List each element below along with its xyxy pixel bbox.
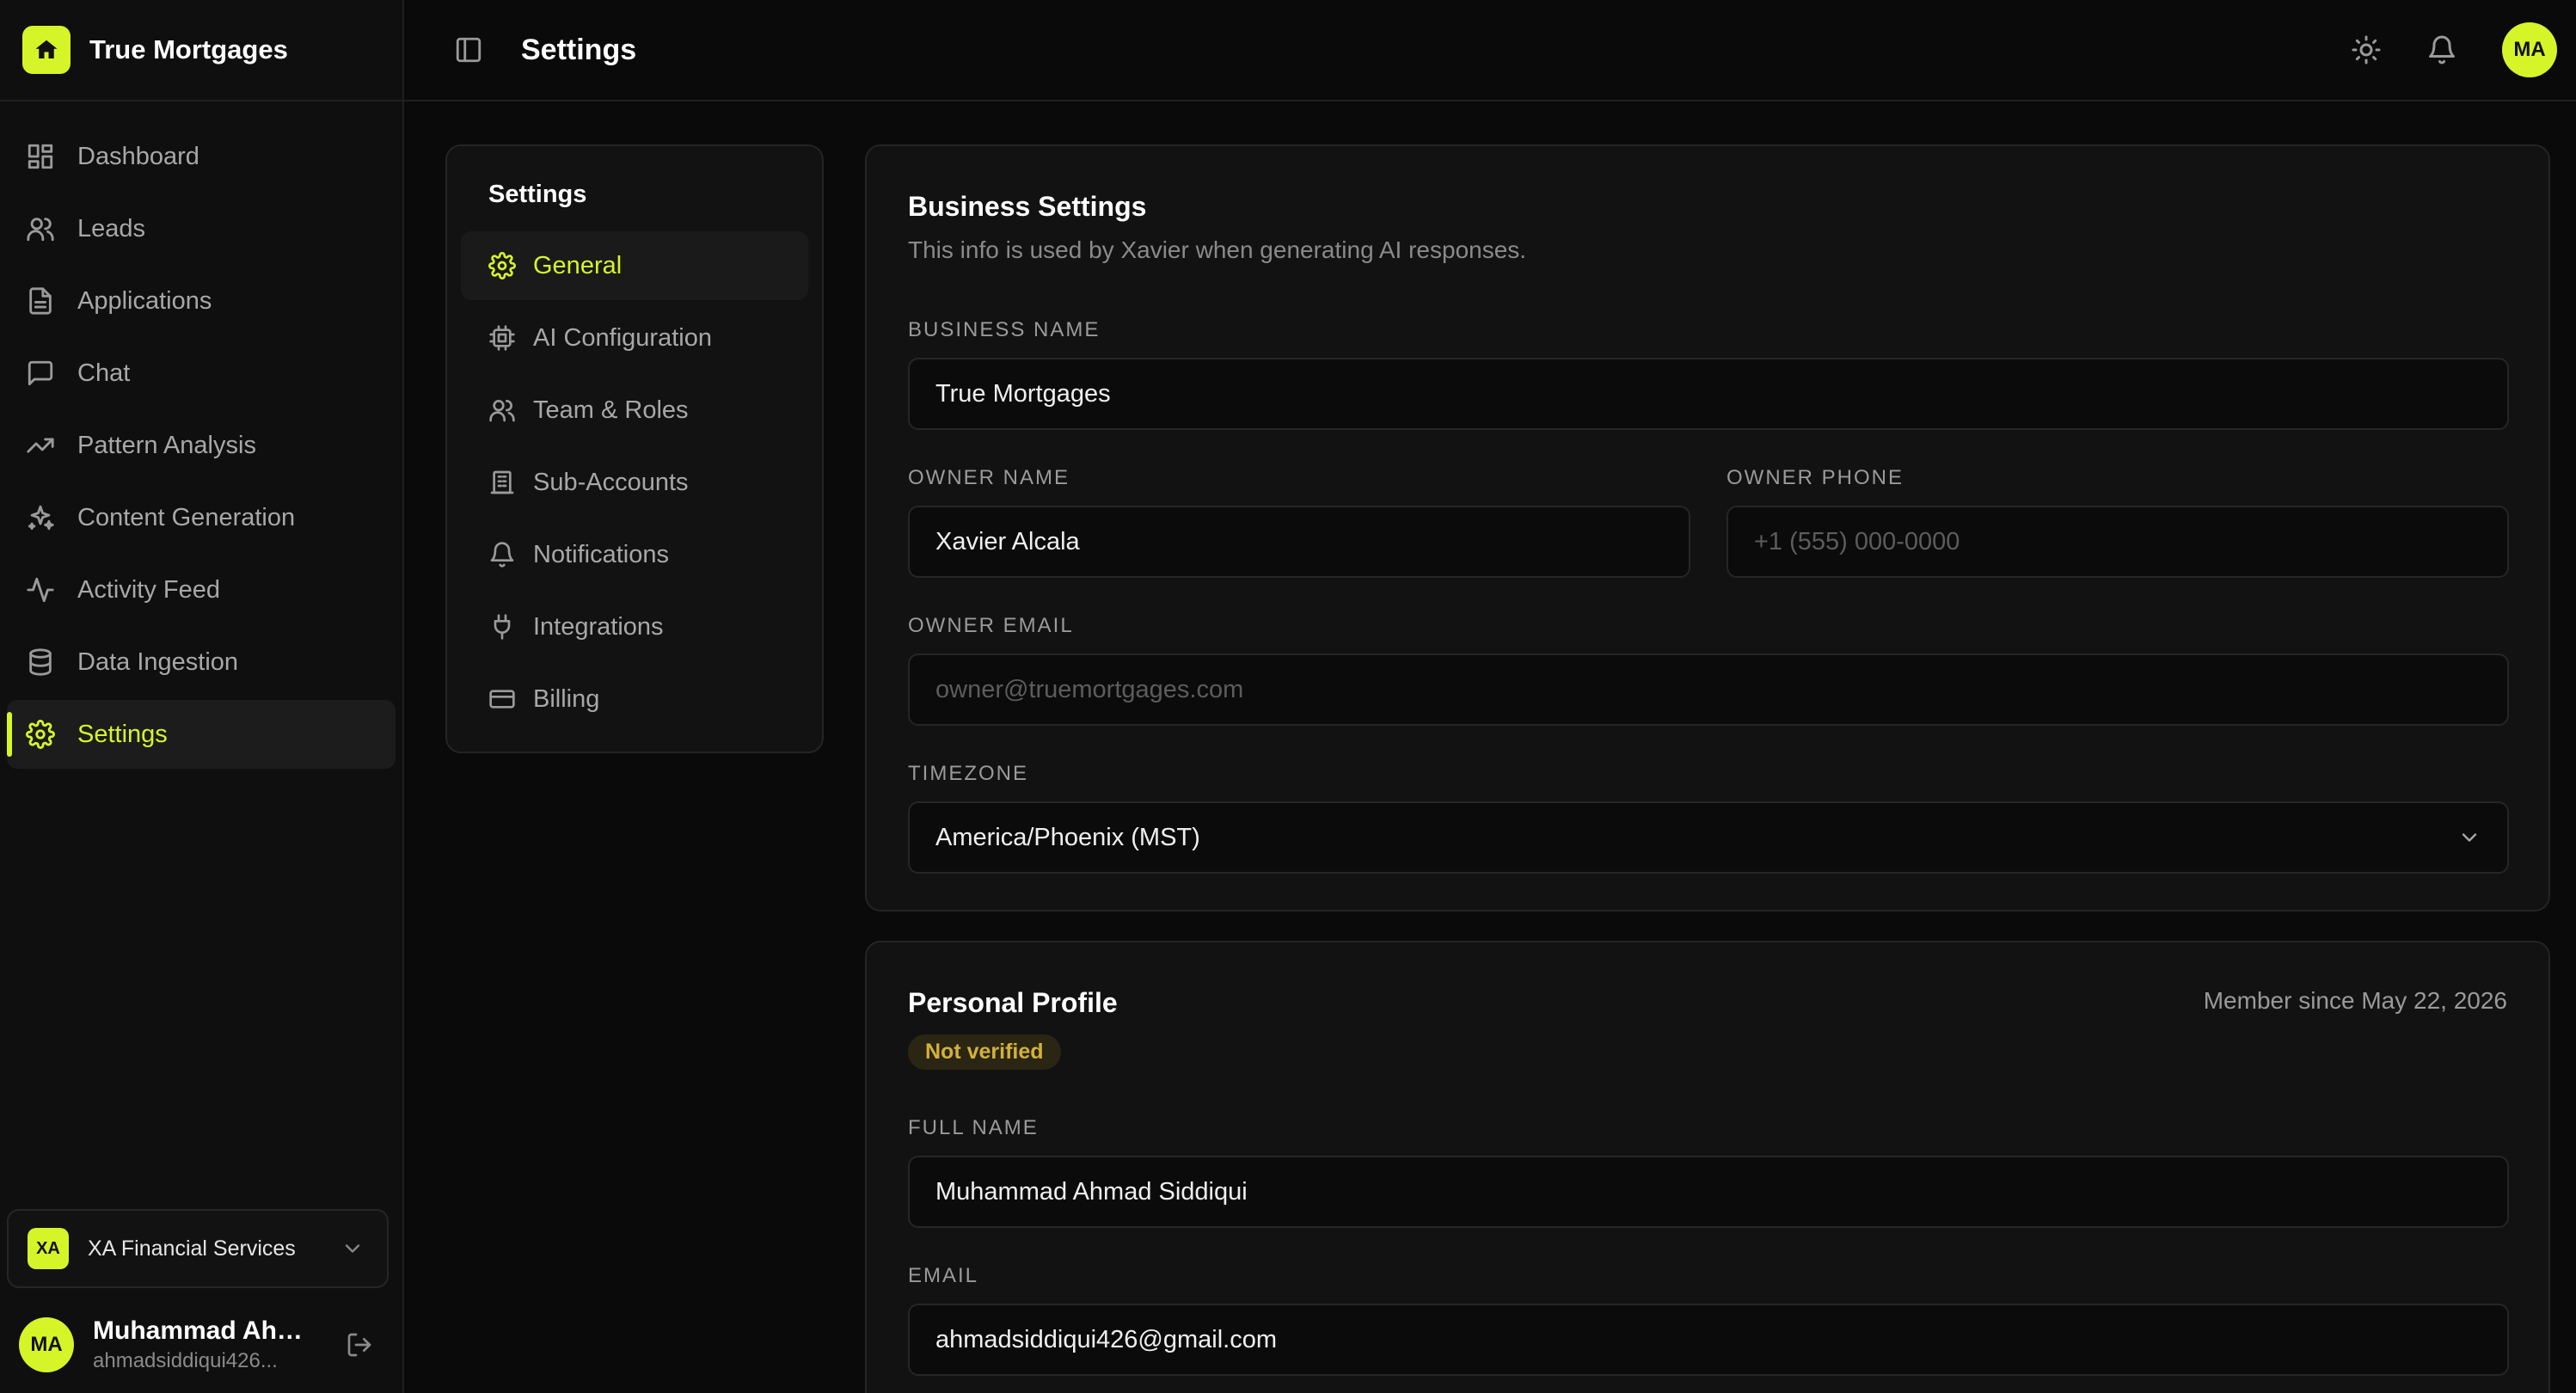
- settings-tab-billing[interactable]: Billing: [461, 665, 808, 733]
- email-field[interactable]: ahmadsiddiqui426@gmail.com: [908, 1304, 2509, 1376]
- plug-icon: [494, 614, 511, 640]
- card-subtitle: This info is used by Xavier when generat…: [908, 236, 1527, 263]
- menu-label: Notifications: [533, 540, 669, 568]
- nav-item-dashboard[interactable]: Dashboard: [7, 122, 396, 191]
- trending-up-icon: [27, 438, 54, 453]
- owner-phone-input[interactable]: +1 (555) 000-0000: [1727, 506, 2509, 578]
- menu-label: General: [533, 251, 623, 279]
- business-name-label: BUSINESS NAME: [908, 318, 1101, 341]
- sidebar-toggle-icon[interactable]: [454, 35, 483, 64]
- activity-icon: [27, 577, 54, 603]
- settings-menu-title: Settings: [488, 181, 587, 208]
- nav-label: Chat: [77, 359, 131, 387]
- menu-label: Integrations: [533, 612, 664, 641]
- settings-tab-sub-accounts[interactable]: Sub-Accounts: [461, 448, 808, 517]
- sparkles-icon: [28, 505, 54, 531]
- nav-label: Pattern Analysis: [77, 431, 256, 459]
- owner-name-label: OWNER NAME: [908, 466, 1070, 489]
- nav-label: Leads: [77, 214, 146, 242]
- menu-label: Sub-Accounts: [533, 468, 689, 496]
- settings-tab-team-roles[interactable]: Team & Roles: [461, 376, 808, 445]
- credit-card-icon: [489, 690, 515, 709]
- page-title: Settings: [521, 33, 637, 66]
- sidebar: True Mortgages Dashboard Leads Applicati…: [0, 0, 404, 1393]
- gear-icon: [26, 720, 55, 749]
- nav-label: Activity Feed: [77, 575, 220, 604]
- personal-profile-card: Personal Profile Not verified Member sin…: [865, 941, 2550, 1393]
- nav-label: Dashboard: [77, 142, 199, 170]
- sun-icon[interactable]: [2351, 34, 2382, 65]
- users-icon: [489, 400, 515, 422]
- user-email: ahmadsiddiqui426...: [93, 1349, 278, 1372]
- timezone-value: America/Phoenix (MST): [935, 823, 1200, 851]
- settings-tab-notifications[interactable]: Notifications: [461, 520, 808, 589]
- cpu-icon: [489, 325, 515, 351]
- card-title: Personal Profile: [908, 987, 1118, 1018]
- timezone-label: TIMEZONE: [908, 762, 1028, 785]
- chat-icon: [28, 360, 53, 386]
- menu-label: Team & Roles: [533, 396, 689, 424]
- status-badge: Not verified: [908, 1034, 1061, 1070]
- building-icon: [490, 470, 514, 494]
- users-icon: [27, 218, 54, 242]
- user-name: Muhammad Ahm...: [93, 1316, 318, 1345]
- business-name-input[interactable]: True Mortgages: [908, 358, 2509, 430]
- nav-item-data-ingestion[interactable]: Data Ingestion: [7, 628, 396, 696]
- org-badge: XA: [28, 1228, 69, 1269]
- nav-label: Settings: [77, 720, 168, 748]
- menu-label: AI Configuration: [533, 323, 712, 352]
- organization-switcher[interactable]: XA XA Financial Services: [7, 1209, 389, 1288]
- nav-item-pattern-analysis[interactable]: Pattern Analysis: [7, 411, 396, 480]
- top-bar: Settings MA: [404, 0, 2576, 101]
- full-name-input[interactable]: Muhammad Ahmad Siddiqui: [908, 1156, 2509, 1228]
- nav-item-chat[interactable]: Chat: [7, 339, 396, 408]
- menu-label: Billing: [533, 684, 600, 713]
- brand[interactable]: True Mortgages: [0, 0, 402, 101]
- main-nav: Dashboard Leads Applications Chat Patter…: [0, 101, 402, 769]
- timezone-select[interactable]: America/Phoenix (MST): [908, 801, 2509, 874]
- file-icon: [29, 287, 52, 315]
- avatar[interactable]: MA: [19, 1317, 74, 1372]
- owner-email-label: OWNER EMAIL: [908, 614, 1074, 637]
- business-settings-card: Business Settings This info is used by X…: [865, 144, 2550, 911]
- avatar[interactable]: MA: [2502, 22, 2557, 77]
- bell-icon: [490, 542, 514, 568]
- nav-item-settings[interactable]: Settings: [7, 700, 396, 769]
- nav-label: Applications: [77, 286, 212, 315]
- org-name: XA Financial Services: [88, 1236, 296, 1261]
- card-title: Business Settings: [908, 191, 1147, 222]
- nav-item-content-generation[interactable]: Content Generation: [7, 483, 396, 552]
- full-name-label: FULL NAME: [908, 1116, 1039, 1139]
- logout-icon[interactable]: [346, 1331, 373, 1359]
- owner-name-input[interactable]: Xavier Alcala: [908, 506, 1690, 578]
- settings-tab-ai-configuration[interactable]: AI Configuration: [461, 304, 808, 372]
- brand-name: True Mortgages: [89, 34, 288, 64]
- nav-item-activity-feed[interactable]: Activity Feed: [7, 555, 396, 624]
- settings-menu: Settings General AI Configuration Team &…: [445, 144, 824, 753]
- home-logo-icon: [22, 26, 71, 74]
- chevron-down-icon: [345, 1244, 360, 1253]
- user-profile: MA Muhammad Ahm... ahmadsiddiqui426...: [0, 1305, 404, 1384]
- settings-tab-general[interactable]: General: [461, 231, 808, 300]
- owner-phone-label: OWNER PHONE: [1727, 466, 1904, 489]
- gear-icon: [488, 252, 516, 279]
- nav-item-leads[interactable]: Leads: [7, 194, 396, 263]
- email-label: EMAIL: [908, 1264, 979, 1287]
- owner-email-input[interactable]: owner@truemortgages.com: [908, 654, 2509, 726]
- bell-icon[interactable]: [2426, 34, 2457, 65]
- nav-label: Content Generation: [77, 503, 296, 531]
- chevron-down-icon: [2462, 833, 2477, 842]
- nav-label: Data Ingestion: [77, 647, 239, 676]
- database-icon: [29, 648, 52, 676]
- nav-item-applications[interactable]: Applications: [7, 267, 396, 335]
- member-since: Member since May 22, 2026: [2203, 987, 2507, 1014]
- dashboard-icon: [28, 144, 53, 169]
- settings-tab-integrations[interactable]: Integrations: [461, 592, 808, 661]
